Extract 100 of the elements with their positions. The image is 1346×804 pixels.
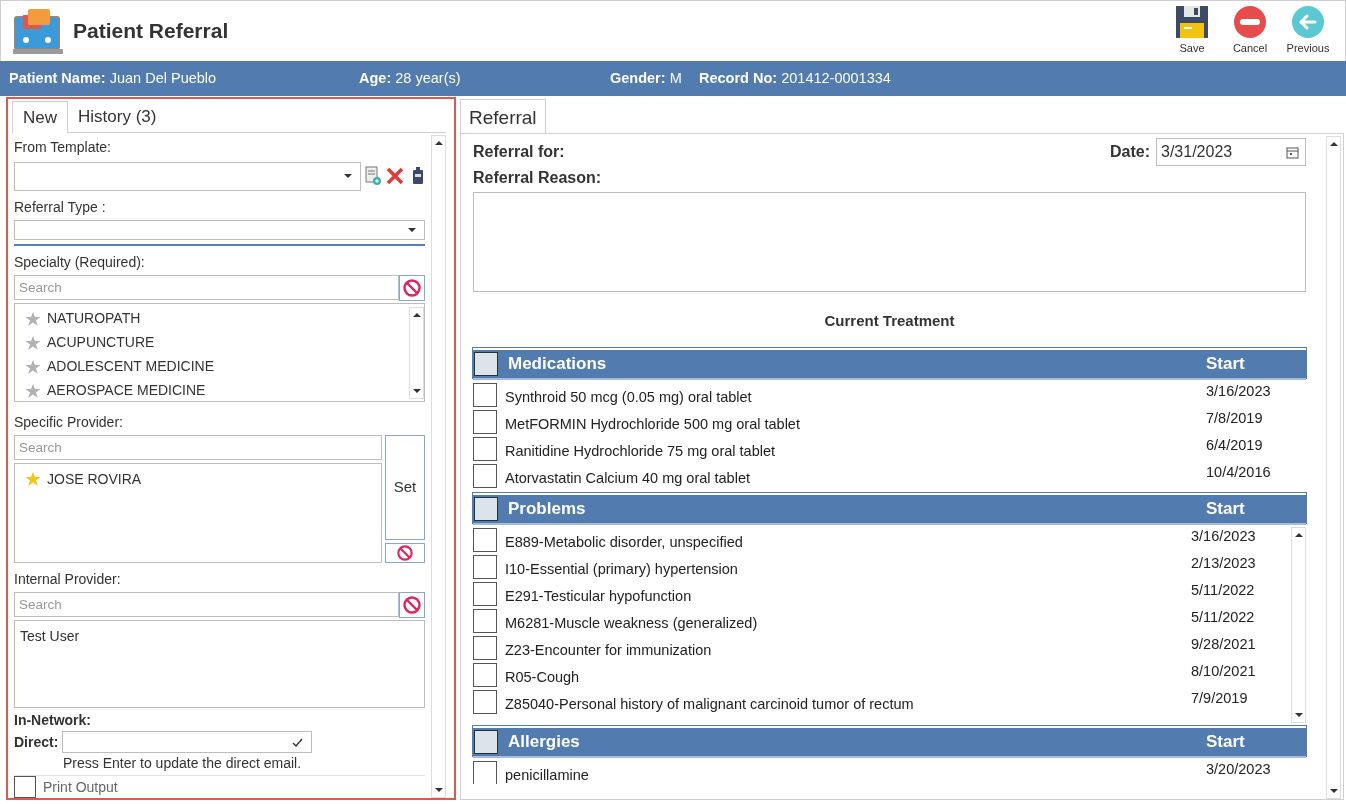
table-cell-text: Z85040-Personal history of malignant carcinoid tumor of rectum (505, 695, 915, 715)
section-title: Current Treatment (823, 311, 956, 331)
list-item[interactable]: JOSE ROVIRA (47, 468, 142, 490)
search-field[interactable]: Search (14, 434, 382, 460)
scrollbar[interactable] (409, 306, 424, 399)
scrollbar[interactable] (1326, 136, 1341, 799)
checkbox[interactable] (473, 528, 497, 552)
checkbox[interactable] (14, 776, 36, 798)
field-label: Gender: (610, 69, 666, 86)
table-cell-text: 3/16/2023 (1206, 382, 1272, 402)
date-field[interactable]: 3/31/2023 (1156, 138, 1306, 166)
checkbox[interactable] (473, 437, 497, 461)
section-title: Problems (508, 497, 587, 520)
table-cell-text: Z23-Encounter for immunization (505, 641, 713, 661)
scrollbar[interactable] (1291, 526, 1306, 723)
prohibited-icon (397, 545, 413, 562)
save-button[interactable]: Save (1163, 5, 1221, 57)
field-label: Direct: (14, 732, 59, 752)
checkbox[interactable] (473, 555, 497, 579)
checkbox[interactable] (473, 410, 497, 434)
section-title: Allergies (508, 730, 581, 753)
checkbox[interactable] (473, 636, 497, 660)
table-cell-text: E889-Metabolic disorder, unspecified (505, 533, 744, 553)
table-cell-text: 7/9/2019 (1191, 689, 1249, 709)
checkbox[interactable] (473, 582, 497, 606)
dropdown-caret-icon (343, 174, 352, 178)
checkmark-icon (291, 737, 303, 747)
app-logo-icon (13, 7, 63, 55)
field-value: M (669, 69, 682, 86)
checkbox[interactable] (473, 663, 497, 687)
field-label: Age: (359, 69, 392, 86)
table-cell-text: penicillamine (505, 766, 590, 784)
checkbox[interactable] (473, 609, 497, 633)
star-icon[interactable] (25, 310, 41, 327)
table-cell-text: 5/11/2022 (1191, 581, 1256, 601)
scrollbar[interactable] (431, 135, 446, 798)
field-value: 28 year(s) (395, 69, 461, 86)
tab[interactable]: New (12, 101, 68, 133)
field-value: Juan Del Pueblo (109, 69, 217, 86)
table-cell-text: 9/28/2021 (1191, 635, 1257, 655)
field-label: Record No: (699, 69, 778, 86)
checkbox-label: Print Output (43, 777, 118, 797)
no-entry-icon (1234, 5, 1266, 38)
tab[interactable]: Referral (460, 99, 546, 133)
field-label: Referral for: (473, 142, 565, 162)
table-cell-text: 2/13/2023 (1191, 554, 1257, 574)
list-item[interactable]: ACUPUNCTURE (47, 332, 155, 354)
email-field[interactable] (61, 731, 312, 753)
field-value: 201412-0001334 (781, 69, 891, 86)
favorite-star-icon[interactable] (25, 471, 41, 488)
list-item[interactable]: AEROSPACE MEDICINE (47, 380, 206, 402)
list-item[interactable]: Test User (20, 625, 80, 647)
table-cell-text: E291-Testicular hypofunction (505, 587, 693, 607)
star-icon[interactable] (25, 382, 41, 399)
dropdown-caret-icon (408, 227, 416, 232)
window-title: Patient Referral (73, 18, 229, 44)
set-button[interactable]: Set (385, 434, 425, 540)
table-cell-text: 10/4/2016 (1206, 463, 1272, 483)
star-icon[interactable] (25, 334, 41, 351)
clear-button[interactable] (399, 274, 425, 301)
field-label: In-Network: (14, 711, 92, 730)
table-cell-text: MetFORMIN Hydrochloride 500 mg oral tablet (505, 415, 801, 435)
search-field[interactable]: Search (14, 592, 399, 618)
checkbox[interactable] (473, 383, 497, 407)
star-icon[interactable] (25, 358, 41, 375)
field-label: Date: (1110, 142, 1150, 162)
field-label: Specific Provider: (14, 412, 124, 432)
add-document-icon[interactable] (364, 166, 382, 186)
clear-button[interactable] (399, 592, 425, 619)
column-header: Start (1206, 497, 1246, 520)
list-item[interactable]: NATUROPATH (47, 308, 141, 330)
table-cell-text: 6/4/2019 (1206, 436, 1264, 456)
field-label: From Template: (14, 138, 112, 157)
clipboard-icon[interactable] (411, 166, 425, 186)
table-cell-text: R05-Cough (505, 668, 581, 688)
checkbox[interactable] (474, 729, 498, 754)
table-cell-text: 8/10/2021 (1191, 662, 1257, 682)
calendar-icon[interactable] (1286, 145, 1299, 159)
delete-icon[interactable] (385, 167, 404, 185)
table-cell-text: Atorvastatin Calcium 40 mg oral tablet (505, 469, 751, 489)
table-cell-text: M6281-Muscle weakness (generalized) (505, 614, 759, 634)
field-label: Patient Name: (9, 69, 106, 86)
column-header: Start (1206, 352, 1246, 375)
checkbox[interactable] (474, 496, 498, 521)
checkbox[interactable] (473, 464, 497, 488)
field-label: Internal Provider: (14, 570, 122, 590)
cancel-button[interactable]: Cancel (1221, 5, 1279, 57)
table-cell-text: 7/8/2019 (1206, 409, 1264, 429)
checkbox[interactable] (474, 351, 498, 376)
table-cell-text: 3/20/2023 (1206, 760, 1272, 780)
hint-text: Press Enter to update the direct email. (63, 754, 303, 773)
search-field[interactable]: Search (14, 274, 399, 300)
column-header: Start (1206, 730, 1246, 753)
checkbox[interactable] (473, 761, 497, 784)
field-label: Referral Reason: (473, 168, 603, 188)
previous-button[interactable]: Previous (1279, 5, 1337, 57)
list-item[interactable]: ADOLESCENT MEDICINE (47, 356, 214, 378)
section-title: Medications (508, 352, 608, 375)
checkbox[interactable] (473, 690, 497, 714)
clear-button[interactable] (385, 543, 425, 564)
